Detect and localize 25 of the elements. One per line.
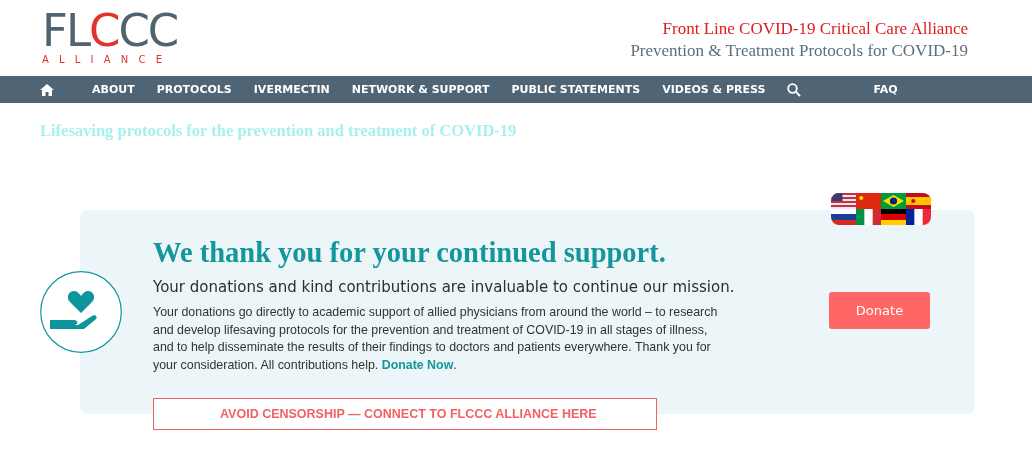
site-title: Front Line COVID-19 Critical Care Alliance — [661, 18, 968, 40]
logo-subtitle: ALLIANCE — [42, 54, 174, 65]
nav-link[interactable]: PUBLIC STATEMENTS — [511, 83, 641, 96]
flag-icon[interactable] — [831, 193, 856, 209]
nav-link[interactable]: FAQ — [873, 83, 898, 96]
tagline: Lifesaving protocols for the prevention and treatment of COVID-19 — [40, 121, 517, 140]
donation-subtitle: Your donations and kind contributions are invaluable to continue our mission. — [153, 278, 736, 296]
flag-icon[interactable] — [906, 209, 931, 225]
flag-icon[interactable] — [831, 209, 856, 225]
donation-title: We thank you for your continued support. — [153, 236, 667, 270]
heart-hand-icon — [40, 271, 122, 353]
nav-link[interactable]: PROTOCOLS — [156, 83, 232, 96]
flag-icon[interactable] — [881, 209, 906, 225]
nav-link[interactable]: ABOUT — [92, 83, 135, 96]
donation-text: Your donations go directly to academic support of allied physicians from around the world – to research and develop lifesaving protocols for the prevention and treatment of COVID-19 in all stages of illness, and to help disseminate the results of their findings to doctors and patients everywhere. Thank you for your consideration. All contributions help. Donate Now. — [153, 304, 719, 374]
nav-link[interactable]: VIDEOS & PRESS — [662, 83, 766, 96]
search-icon[interactable] — [787, 82, 802, 97]
censorship-link-button[interactable]: AVOID CENSORSHIP — CONNECT TO FLCCC ALLIANCE HERE — [153, 398, 657, 430]
nav-link[interactable]: IVERMECTIN — [253, 83, 330, 96]
site-subtitle: Prevention & Treatment Protocols for COVID-19 — [630, 40, 968, 62]
flag-icon[interactable] — [881, 193, 906, 209]
flag-icon[interactable] — [906, 193, 931, 209]
nav-link[interactable]: NETWORK & SUPPORT — [351, 83, 490, 96]
home-icon[interactable] — [40, 83, 54, 96]
logo-wordmark[interactable]: FLCCC — [42, 10, 178, 52]
